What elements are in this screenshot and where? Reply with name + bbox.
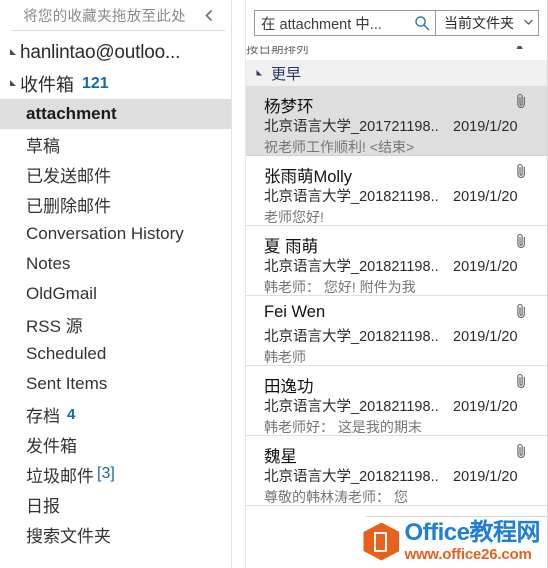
- message-sender: 杨梦环: [264, 98, 314, 116]
- message-sender: 田逸功: [264, 378, 314, 396]
- message-preview: 韩老师： 您好! 附件为我: [264, 279, 416, 295]
- message-date: 2019/1/20: [453, 189, 518, 205]
- sidebar-item-label: 已删除邮件: [26, 196, 111, 216]
- search-input[interactable]: 在 attachment 中...: [261, 13, 413, 34]
- sidebar-item-count: [3]: [97, 465, 115, 482]
- sidebar-item-label: 草稿: [26, 136, 60, 156]
- sidebar-item-deleted-mail[interactable]: 已删除邮件: [0, 189, 231, 219]
- list-column-header[interactable]: 按日期排列 ▲: [246, 46, 547, 61]
- message-list-pane: 在 attachment 中... 当前文件夹 按日期排列 ▲ 更早 杨梦环 北…: [246, 0, 548, 568]
- sidebar-item-inbox[interactable]: 收件箱 121: [0, 68, 231, 99]
- sort-arrow-icon[interactable]: ▲: [514, 46, 525, 52]
- paperclip-icon: [513, 93, 529, 109]
- search-icon[interactable]: [413, 15, 431, 31]
- watermark-divider: [366, 516, 548, 517]
- sidebar-item-oldgmail[interactable]: OldGmail: [0, 279, 231, 309]
- message-preview: 祝老师工作顺利! <结束>: [264, 139, 415, 155]
- message-date: 2019/1/20: [453, 399, 518, 415]
- favorites-drop-zone[interactable]: 将您的收藏夹拖放至此处: [0, 0, 231, 30]
- sidebar-item-label: RSS 源: [26, 316, 83, 336]
- paperclip-icon: [513, 233, 529, 249]
- outlook-window: 将您的收藏夹拖放至此处 hanlintao@outloo... 收件箱 121 …: [0, 0, 548, 568]
- sidebar-item-label: Conversation History: [26, 224, 184, 243]
- folder-tree: hanlintao@outloo... 收件箱 121 attachment 草…: [0, 31, 231, 549]
- sidebar-item-label: 已发送邮件: [26, 166, 111, 186]
- sidebar-item-sent-mail[interactable]: 已发送邮件: [0, 159, 231, 189]
- expander-triangle-icon[interactable]: [6, 48, 20, 57]
- sidebar-item-junk-mail[interactable]: 垃圾邮件 [3]: [0, 459, 231, 489]
- search-scope-dropdown[interactable]: 当前文件夹: [436, 10, 539, 36]
- sidebar-item-rss-feeds[interactable]: RSS 源: [0, 309, 231, 339]
- sidebar-item-label: 发件箱: [26, 436, 77, 456]
- sidebar-item-drafts[interactable]: 草稿: [0, 129, 231, 159]
- sidebar-item-search-folders[interactable]: 搜索文件夹: [0, 519, 231, 549]
- sidebar-item-archive[interactable]: 存档 4: [0, 399, 231, 429]
- sidebar-item-scheduled[interactable]: Scheduled: [0, 339, 231, 369]
- sidebar-item-outbox[interactable]: 发件箱: [0, 429, 231, 459]
- search-input-wrapper[interactable]: 在 attachment 中...: [254, 10, 436, 36]
- message-date: 2019/1/20: [453, 259, 518, 275]
- message-sender: Fei Wen: [264, 303, 326, 321]
- paperclip-icon: [513, 303, 529, 319]
- pane-splitter[interactable]: [232, 0, 246, 568]
- message-subject: 北京语言大学_201821198...: [264, 469, 439, 485]
- message-subject: 北京语言大学_201721198...: [264, 119, 439, 135]
- paperclip-icon: [513, 163, 529, 179]
- message-preview: 韩老师: [264, 349, 306, 365]
- message-preview: 韩老师好： 这是我的期末: [264, 419, 422, 435]
- sidebar-item-conversation-history[interactable]: Conversation History: [0, 219, 231, 249]
- message-date: 2019/1/20: [453, 469, 518, 485]
- message-subject: 北京语言大学_201821198...: [264, 399, 439, 415]
- message-preview: 尊敬的韩林涛老师： 您: [264, 489, 408, 505]
- chevron-down-icon[interactable]: [524, 19, 533, 27]
- sidebar-item-attachment[interactable]: attachment: [0, 99, 231, 129]
- account-node[interactable]: hanlintao@outloo...: [0, 37, 231, 68]
- message-sender: 夏 雨萌: [264, 238, 319, 256]
- sidebar-item-label: Scheduled: [26, 344, 107, 363]
- message-list-item[interactable]: 田逸功 北京语言大学_201821198... 2019/1/20 韩老师好： …: [246, 366, 547, 436]
- search-scope-label: 当前文件夹: [444, 15, 514, 31]
- sidebar-item-daily-report[interactable]: 日报: [0, 489, 231, 519]
- message-sender: 魏星: [264, 448, 297, 466]
- sidebar-item-label: Notes: [26, 254, 71, 273]
- message-preview: 老师您好!: [264, 209, 324, 225]
- folder-navigation-pane: 将您的收藏夹拖放至此处 hanlintao@outloo... 收件箱 121 …: [0, 0, 232, 568]
- message-subject: 北京语言大学_201821198...: [264, 329, 439, 345]
- account-label: hanlintao@outloo...: [20, 41, 181, 63]
- message-sender: 张雨萌Molly: [264, 168, 353, 186]
- message-list-item[interactable]: 夏 雨萌 北京语言大学_201821198... 2019/1/20 韩老师： …: [246, 226, 547, 296]
- sidebar-item-label: Sent Items: [26, 374, 108, 393]
- message-group-label: 更早: [271, 66, 302, 83]
- sidebar-item-label: attachment: [26, 104, 117, 123]
- message-subject: 北京语言大学_201821198...: [264, 189, 439, 205]
- sidebar-item-label: 存档: [26, 406, 60, 426]
- sidebar-item-count: 4: [67, 405, 76, 423]
- message-list-item[interactable]: 魏星 北京语言大学_201821198... 2019/1/20 尊敬的韩林涛老…: [246, 436, 547, 506]
- sidebar-item-notes[interactable]: Notes: [0, 249, 231, 279]
- message-list-item[interactable]: 杨梦环 北京语言大学_201721198... 2019/1/20 祝老师工作顺…: [246, 86, 547, 156]
- paperclip-icon: [513, 373, 529, 389]
- sidebar-item-label: 垃圾邮件: [26, 466, 94, 486]
- message-list-item[interactable]: Fei Wen 北京语言大学_201821198... 2019/1/20 韩老…: [246, 296, 547, 366]
- search-bar: 在 attachment 中... 当前文件夹: [246, 0, 547, 46]
- inbox-unread-count: 121: [82, 74, 109, 92]
- message-list: 杨梦环 北京语言大学_201721198... 2019/1/20 祝老师工作顺…: [246, 86, 547, 506]
- sidebar-item-label: OldGmail: [26, 284, 97, 303]
- sidebar-item-sent-items[interactable]: Sent Items: [0, 369, 231, 399]
- message-group-header[interactable]: 更早: [246, 61, 547, 86]
- expander-triangle-icon[interactable]: [6, 79, 20, 88]
- sidebar-item-label: 搜索文件夹: [26, 526, 111, 546]
- paperclip-icon: [513, 443, 529, 459]
- chevron-left-icon[interactable]: [199, 5, 217, 25]
- message-list-item[interactable]: 张雨萌Molly 北京语言大学_201821198... 2019/1/20 老…: [246, 156, 547, 226]
- list-column-header-text: 按日期排列: [246, 46, 309, 56]
- favorites-hint-text: 将您的收藏夹拖放至此处: [23, 8, 186, 25]
- message-date: 2019/1/20: [453, 119, 518, 135]
- inbox-label: 收件箱: [20, 74, 74, 95]
- message-subject: 北京语言大学_201821198...: [264, 259, 439, 275]
- sidebar-item-label: 日报: [26, 496, 60, 516]
- group-expander-icon[interactable]: [256, 69, 264, 79]
- message-date: 2019/1/20: [453, 329, 518, 345]
